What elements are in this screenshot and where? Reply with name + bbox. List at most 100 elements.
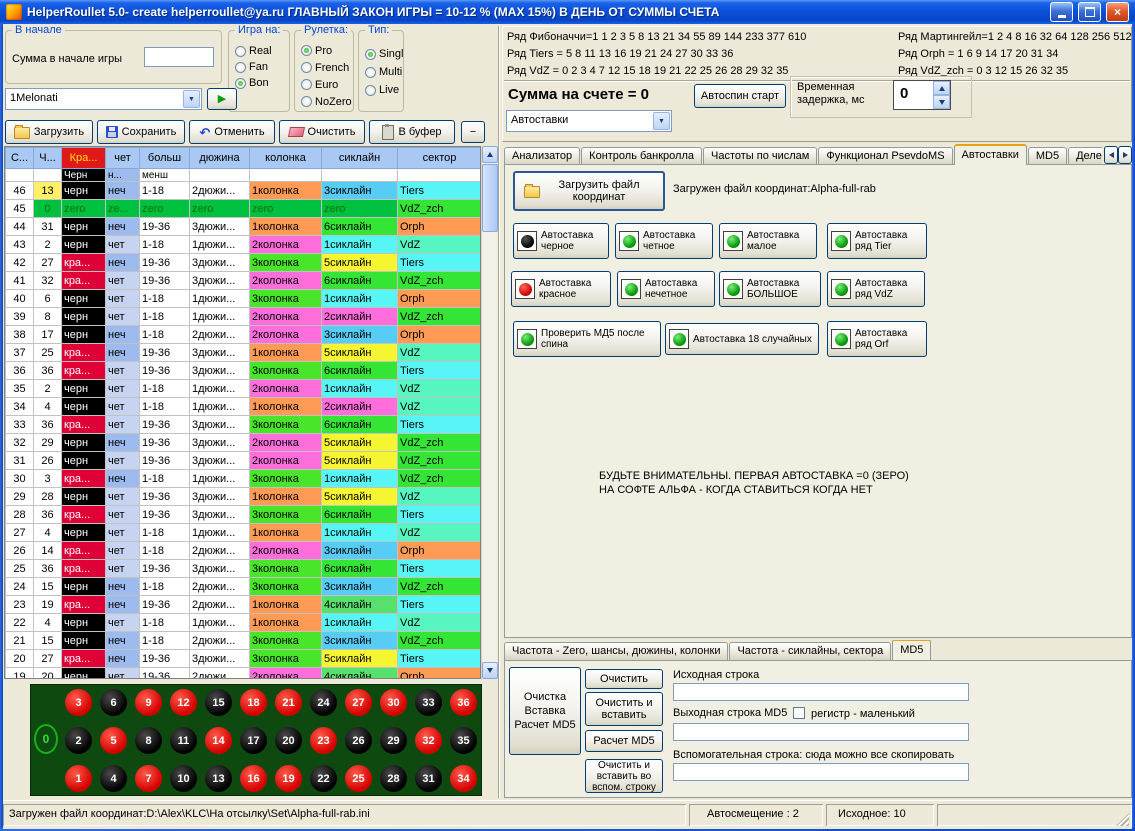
radio-option[interactable]: Real xyxy=(235,43,288,59)
md5-clear-insert-aux-button[interactable]: Очистить и вставить во вспом. строку xyxy=(585,759,663,793)
autobet-black-button[interactable]: Автоставка черное xyxy=(513,223,609,259)
tab[interactable]: Делени xyxy=(1068,147,1102,165)
tab[interactable]: Частоты по числам xyxy=(703,147,817,165)
radio-option[interactable]: Multi xyxy=(365,63,402,81)
board-number[interactable]: 11 xyxy=(170,727,197,754)
col-header-dozen[interactable]: дюжина xyxy=(190,148,250,169)
table-row[interactable]: 32 29 черн неч 19-36 3дюжи... 2колонка 5… xyxy=(6,434,482,452)
tab[interactable]: Контроль банкролла xyxy=(581,147,702,165)
board-number-zero[interactable]: 0 xyxy=(34,724,58,754)
col-header-color[interactable]: Кра... xyxy=(62,148,106,169)
table-row[interactable]: 46 13 черн неч 1-18 2дюжи... 1колонка 3с… xyxy=(6,182,482,200)
board-number[interactable]: 23 xyxy=(310,727,337,754)
tab[interactable]: Частота - сиклайны, сектора xyxy=(729,642,891,660)
col-header-seq[interactable]: С... xyxy=(6,148,34,169)
table-row[interactable]: 44 31 черн неч 19-36 3дюжи... 1колонка 6… xyxy=(6,218,482,236)
table-row[interactable]: 31 26 черн чет 19-36 3дюжи... 2колонка 5… xyxy=(6,452,482,470)
load-coordinates-button[interactable]: Загрузить файл координат xyxy=(513,171,665,211)
table-row[interactable]: 30 3 кра... неч 1-18 1дюжи... 3колонка 1… xyxy=(6,470,482,488)
spin-up-button[interactable] xyxy=(933,81,950,95)
source-string-input[interactable] xyxy=(673,683,969,701)
dropdown-arrow-icon[interactable]: ▼ xyxy=(653,112,670,130)
col-header-sector[interactable]: сектор xyxy=(398,148,482,169)
board-number[interactable]: 9 xyxy=(135,689,162,716)
strategy-select[interactable]: 1Melonati ▼ xyxy=(5,88,202,110)
copy-buffer-button[interactable]: В буфер xyxy=(369,120,455,144)
board-number[interactable]: 15 xyxy=(205,689,232,716)
radio-option[interactable]: NoZero xyxy=(301,93,352,110)
start-sum-input[interactable] xyxy=(144,47,214,67)
start-run-button[interactable]: ▶ xyxy=(207,88,237,110)
autobets-select[interactable]: Автоставки ▼ xyxy=(506,110,672,132)
minimize-button[interactable] xyxy=(1050,2,1073,22)
output-string-input[interactable] xyxy=(673,723,969,741)
table-row[interactable]: 29 28 черн чет 19-36 3дюжи... 1колонка 5… xyxy=(6,488,482,506)
scroll-up-button[interactable] xyxy=(482,146,498,163)
table-row[interactable]: 45 0 zero ze... zero zero zero zero VdZ_… xyxy=(6,200,482,218)
table-row[interactable]: 39 8 черн чет 1-18 1дюжи... 2колонка 2си… xyxy=(6,308,482,326)
table-row[interactable]: 38 17 черн неч 1-18 2дюжи... 2колонка 3с… xyxy=(6,326,482,344)
table-row[interactable]: 27 4 черн чет 1-18 1дюжи... 1колонка 1си… xyxy=(6,524,482,542)
board-number[interactable]: 16 xyxy=(240,765,267,792)
radio-option[interactable]: Singl xyxy=(365,45,402,63)
board-number[interactable]: 36 xyxy=(450,689,477,716)
autobet-18-random-button[interactable]: Автоставка 18 случайных xyxy=(665,323,819,355)
radio-option[interactable]: Pro xyxy=(301,42,352,59)
table-row[interactable]: 40 6 черн чет 1-18 1дюжи... 3колонка 1си… xyxy=(6,290,482,308)
autobet-odd-button[interactable]: Автоставка нечетное xyxy=(617,271,715,307)
radio-option[interactable]: Euro xyxy=(301,76,352,93)
board-number[interactable]: 17 xyxy=(240,727,267,754)
table-scrollbar[interactable] xyxy=(481,146,497,679)
check-md5-after-spin-button[interactable]: Проверить МД5 после спина xyxy=(513,321,661,357)
md5-clear-insert-button[interactable]: Очистить и вставить xyxy=(585,692,663,726)
tab[interactable]: Функционал PsevdoMS xyxy=(818,147,952,165)
board-number[interactable]: 5 xyxy=(100,727,127,754)
autobet-low-button[interactable]: Автоставка малое xyxy=(719,223,817,259)
board-number[interactable]: 20 xyxy=(275,727,302,754)
close-button[interactable]: × xyxy=(1106,2,1129,22)
board-number[interactable]: 3 xyxy=(65,689,92,716)
autobet-vdz-button[interactable]: Автоставка ряд VdZ xyxy=(827,271,925,307)
table-row[interactable]: 23 19 кра... неч 19-36 2дюжи... 1колонка… xyxy=(6,596,482,614)
undo-button[interactable]: ↶Отменить xyxy=(189,120,275,144)
maximize-button[interactable] xyxy=(1078,2,1101,22)
board-number[interactable]: 26 xyxy=(345,727,372,754)
board-number[interactable]: 8 xyxy=(135,727,162,754)
autobet-tier-button[interactable]: Автоставка ряд Tier xyxy=(827,223,927,259)
titlebar[interactable]: HelperRoullet 5.0- create helperroullet@… xyxy=(0,0,1135,24)
table-row[interactable]: 26 14 кра... чет 1-18 2дюжи... 2колонка … xyxy=(6,542,482,560)
table-row[interactable]: 34 4 черн чет 1-18 1дюжи... 1колонка 2си… xyxy=(6,398,482,416)
tab[interactable]: MD5 xyxy=(892,640,931,660)
collapse-button[interactable]: − xyxy=(461,121,485,143)
tab[interactable]: MD5 xyxy=(1028,147,1067,165)
clear-insert-calc-md5-button[interactable]: Очистка Вставка Расчет MD5 xyxy=(509,667,581,755)
board-number[interactable]: 24 xyxy=(310,689,337,716)
radio-option[interactable]: Bon xyxy=(235,75,288,91)
autospin-start-button[interactable]: Автоспин старт xyxy=(694,84,786,108)
board-number[interactable]: 25 xyxy=(345,765,372,792)
col-header-column[interactable]: колонка xyxy=(250,148,322,169)
autobet-high-button[interactable]: Автоставка БОЛЬШОЕ xyxy=(719,271,821,307)
board-number[interactable]: 13 xyxy=(205,765,232,792)
board-number[interactable]: 21 xyxy=(275,689,302,716)
scrollbar-thumb[interactable] xyxy=(482,164,498,232)
table-row[interactable]: 22 4 черн чет 1-18 1дюжи... 1колонка 1си… xyxy=(6,614,482,632)
board-number[interactable]: 19 xyxy=(275,765,302,792)
scroll-down-button[interactable] xyxy=(482,662,498,679)
table-row[interactable]: 36 36 кра... чет 19-36 3дюжи... 3колонка… xyxy=(6,362,482,380)
table-row[interactable]: 37 25 кра... неч 19-36 3дюжи... 1колонка… xyxy=(6,344,482,362)
board-number[interactable]: 27 xyxy=(345,689,372,716)
table-row[interactable]: 42 27 кра... неч 19-36 3дюжи... 3колонка… xyxy=(6,254,482,272)
tab[interactable]: Автоставки xyxy=(954,144,1027,165)
table-row[interactable]: 24 15 черн неч 1-18 2дюжи... 3колонка 3с… xyxy=(6,578,482,596)
board-number[interactable]: 32 xyxy=(415,727,442,754)
board-number[interactable]: 29 xyxy=(380,727,407,754)
dropdown-arrow-icon[interactable]: ▼ xyxy=(183,90,200,108)
tab[interactable]: Частота - Zero, шансы, дюжины, колонки xyxy=(504,642,728,660)
board-number[interactable]: 35 xyxy=(450,727,477,754)
board-number[interactable]: 7 xyxy=(135,765,162,792)
autobet-orf-button[interactable]: Автоставка ряд Orf xyxy=(827,321,927,357)
autobet-even-button[interactable]: Автоставка четное xyxy=(615,223,713,259)
table-row[interactable]: 41 32 кра... чет 19-36 3дюжи... 2колонка… xyxy=(6,272,482,290)
board-number[interactable]: 4 xyxy=(100,765,127,792)
